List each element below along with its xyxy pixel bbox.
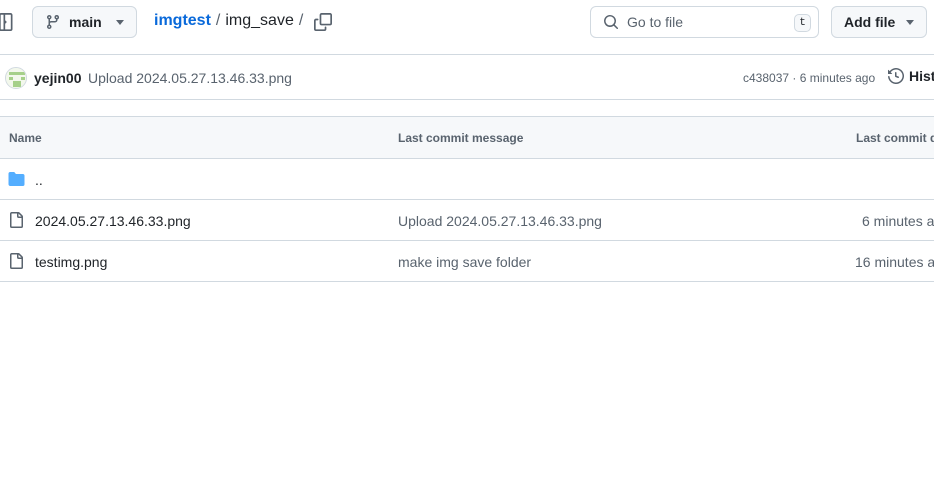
go-to-file-input[interactable] xyxy=(627,14,777,30)
keyboard-shortcut-hint: t xyxy=(794,14,811,32)
meta-separator: · xyxy=(792,71,797,85)
file-icon xyxy=(8,212,24,228)
file-name-link[interactable]: testimg.png xyxy=(35,254,107,270)
file-icon xyxy=(8,253,24,269)
copy-path-icon[interactable] xyxy=(314,13,334,33)
go-to-file-field[interactable]: t xyxy=(590,6,819,38)
commit-message[interactable]: Upload 2024.05.27.13.46.33.png xyxy=(88,70,292,86)
breadcrumb-repo-link[interactable]: imgtest xyxy=(154,12,211,30)
column-header-message: Last commit message xyxy=(398,131,524,145)
latest-commit-bar: yejin00 Upload 2024.05.27.13.46.33.png c… xyxy=(0,54,934,100)
file-commit-date: 16 minutes a xyxy=(855,254,934,270)
parent-directory-row[interactable]: .. xyxy=(0,159,934,200)
table-header: Name Last commit message Last commit da xyxy=(0,117,934,159)
column-header-name: Name xyxy=(9,131,42,145)
branch-name: main xyxy=(69,14,102,30)
file-navigation-bar: main imgtest / img_save / t Add file xyxy=(0,0,934,46)
breadcrumb-current-dir: img_save xyxy=(225,12,294,29)
chevron-down-icon xyxy=(906,20,914,25)
branch-selector-button[interactable]: main xyxy=(32,6,137,38)
file-commit-message[interactable]: Upload 2024.05.27.13.46.33.png xyxy=(398,213,602,229)
parent-directory-link[interactable]: .. xyxy=(35,172,43,188)
commit-author[interactable]: yejin00 xyxy=(34,70,81,86)
add-file-label: Add file xyxy=(844,14,896,30)
file-table: Name Last commit message Last commit da … xyxy=(0,116,934,282)
sidebar-expand-icon[interactable] xyxy=(0,13,17,31)
file-name-link[interactable]: 2024.05.27.13.46.33.png xyxy=(35,213,191,229)
table-row[interactable]: 2024.05.27.13.46.33.png Upload 2024.05.2… xyxy=(0,200,934,241)
search-icon xyxy=(603,14,619,30)
history-icon xyxy=(888,67,905,85)
commit-sha[interactable]: c438037 xyxy=(743,71,789,85)
history-label: Histo xyxy=(909,68,934,84)
table-row[interactable]: testimg.png make img save folder 16 minu… xyxy=(0,241,934,282)
avatar[interactable] xyxy=(5,67,27,89)
folder-icon xyxy=(8,171,25,187)
git-branch-icon xyxy=(45,14,61,30)
add-file-button[interactable]: Add file xyxy=(831,6,927,38)
breadcrumb-separator: / xyxy=(215,12,221,29)
breadcrumb: imgtest / img_save / xyxy=(154,12,308,30)
commit-meta: c438037 · 6 minutes ago xyxy=(743,71,875,85)
file-commit-message[interactable]: make img save folder xyxy=(398,254,531,270)
commit-time: 6 minutes ago xyxy=(799,71,876,85)
chevron-down-icon xyxy=(116,20,124,25)
column-header-date: Last commit da xyxy=(856,131,934,145)
file-commit-date: 6 minutes a xyxy=(862,213,934,229)
history-button[interactable]: Histo xyxy=(888,67,934,85)
breadcrumb-trailing-separator: / xyxy=(298,12,304,29)
